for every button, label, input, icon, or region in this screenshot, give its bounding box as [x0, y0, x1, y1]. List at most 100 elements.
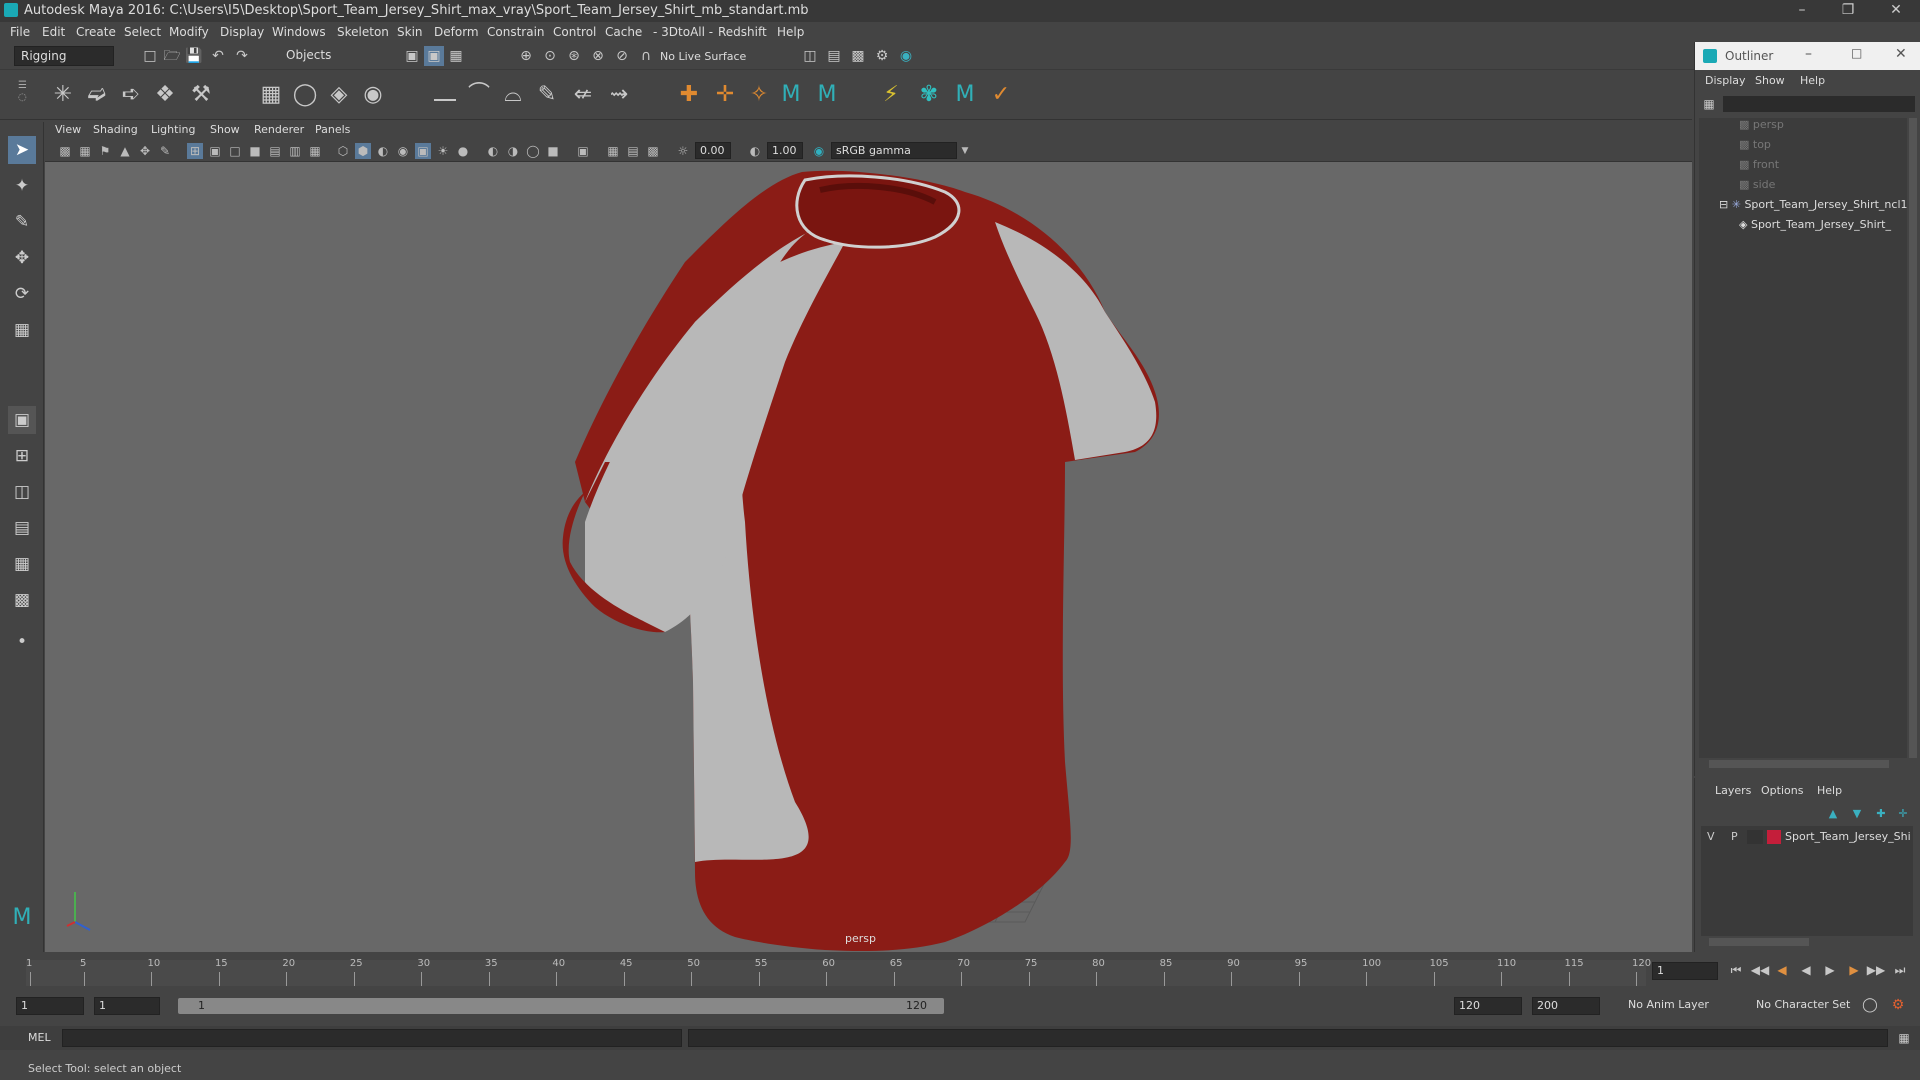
menu-control[interactable]: Control	[553, 25, 596, 39]
gamma-icon[interactable]: ◐	[747, 143, 763, 159]
redo-icon[interactable]: ↷	[232, 46, 252, 66]
anim-layer-dropdown[interactable]: No Anim Layer	[1624, 997, 1744, 1015]
exposure-field[interactable]: 0.00	[695, 142, 731, 159]
menu-cache[interactable]: Cache	[605, 25, 642, 39]
layer-name[interactable]: Sport_Team_Jersey_Shi	[1785, 830, 1911, 843]
live-surface-label[interactable]: No Live Surface	[660, 50, 746, 63]
shelf-tab-handle[interactable]: ☰ ◌	[18, 80, 34, 112]
move-layer-up-icon[interactable]: ▲	[1823, 804, 1843, 824]
range-start-field[interactable]: 1	[16, 997, 84, 1015]
four-view-icon[interactable]: ⊞	[8, 442, 36, 470]
outliner-item-top[interactable]: ▩ top	[1739, 138, 1771, 158]
range-slider-track[interactable]	[178, 998, 944, 1014]
step-back-icon[interactable]: ◀◀	[1750, 960, 1770, 980]
menu-file[interactable]: File	[10, 25, 30, 39]
vp-menu-renderer[interactable]: Renderer	[254, 123, 304, 136]
menu-select[interactable]: Select	[124, 25, 161, 39]
save-scene-icon[interactable]: 💾	[184, 46, 204, 66]
gate-mask-icon[interactable]: ■	[247, 143, 263, 159]
outliner-menu-help[interactable]: Help	[1800, 74, 1825, 87]
selection-mode-dropdown[interactable]: Objects	[280, 46, 380, 66]
select-component-icon[interactable]: ▦	[446, 46, 466, 66]
time-slider[interactable]: 1 ⏮ ◀◀ ◀ ◀ ▶ ▶ ▶▶ ⏭ 1 5 10 15 20 25 30 35 40 45 50…	[0, 952, 1905, 988]
bind-skin-icon[interactable]: ⎼	[430, 80, 460, 110]
menu-redshift[interactable]: Redshift	[718, 25, 767, 39]
hotbox-icon[interactable]: ⚡	[876, 80, 906, 110]
menu-set-dropdown[interactable]: Rigging	[14, 46, 114, 66]
snap-surface-icon[interactable]: ⊘	[612, 46, 632, 66]
select-object-icon[interactable]: ▣	[424, 46, 444, 66]
range-inner-end-field[interactable]: 120	[1454, 997, 1522, 1015]
layers-menu-options[interactable]: Options	[1761, 784, 1803, 797]
snap-point-icon[interactable]: ⊛	[564, 46, 584, 66]
film-gate-icon[interactable]: ▣	[207, 143, 223, 159]
menu-3dtoall[interactable]: - 3DtoAll -	[653, 25, 713, 39]
render-current-icon[interactable]: ▤	[824, 46, 844, 66]
vp-menu-view[interactable]: View	[55, 123, 81, 136]
move-tool-icon[interactable]: ✥	[8, 244, 36, 272]
menu-skeleton[interactable]: Skeleton	[337, 25, 389, 39]
outliner-menu-display[interactable]: Display	[1705, 74, 1746, 87]
viewport-persp[interactable]: persp	[45, 162, 1692, 952]
outliner-item-persp[interactable]: ▩ persp	[1739, 118, 1784, 138]
smooth-shade-icon[interactable]: ⬢	[355, 143, 371, 159]
layer-playback-toggle[interactable]: P	[1731, 830, 1738, 843]
copy-weights-icon[interactable]: ⇝	[604, 80, 634, 110]
rotate-tool-icon[interactable]: ⟳	[8, 280, 36, 308]
menu-modify[interactable]: Modify	[169, 25, 209, 39]
go-end-icon[interactable]: ⏭	[1890, 960, 1910, 980]
grid-icon[interactable]: ⊞	[187, 143, 203, 159]
ipr-render-icon[interactable]: ▩	[848, 46, 868, 66]
dof-icon[interactable]: ◯	[525, 143, 541, 159]
use-all-lights-icon[interactable]: ▣	[415, 143, 431, 159]
vp-menu-shading[interactable]: Shading	[93, 123, 138, 136]
new-layer-icon[interactable]: ✚	[1871, 804, 1891, 824]
play-back-icon[interactable]: ◀	[1796, 960, 1816, 980]
aa-icon[interactable]: ◑	[505, 143, 521, 159]
scale-tool-icon[interactable]: ▦	[8, 316, 36, 344]
layer-display-type[interactable]	[1747, 830, 1763, 844]
rigid-bind-icon[interactable]: ⌓	[498, 80, 528, 110]
paint-effects-icon[interactable]: ✾	[914, 80, 944, 110]
script-editor-icon[interactable]: ▦	[1894, 1028, 1914, 1048]
aim-constraint-icon[interactable]: ✛	[710, 80, 740, 110]
single-perspective-icon[interactable]: ▣	[8, 406, 36, 434]
render-view-icon[interactable]: ◫	[800, 46, 820, 66]
step-forward-icon[interactable]: ▶▶	[1866, 960, 1886, 980]
snap-view-icon[interactable]: ⊗	[588, 46, 608, 66]
outliner-maximize-button[interactable]: □	[1851, 46, 1862, 60]
select-hierarchy-icon[interactable]: ▣	[402, 46, 422, 66]
new-scene-icon[interactable]: □	[140, 46, 160, 66]
orient-constraint-icon[interactable]: ✧	[744, 80, 774, 110]
range-end-field[interactable]: 200	[1532, 997, 1600, 1015]
outliner-search-input[interactable]	[1723, 96, 1915, 112]
menu-create[interactable]: Create	[76, 25, 116, 39]
smooth-bind-icon[interactable]: ⌒	[464, 80, 494, 110]
layer-visibility-toggle[interactable]: V	[1707, 830, 1715, 843]
maya-m3-icon[interactable]: M	[950, 80, 980, 110]
layer-color-swatch[interactable]	[1767, 830, 1781, 844]
lattice-icon[interactable]: ◯	[290, 80, 320, 110]
color-space-dropdown[interactable]: sRGB gamma	[831, 142, 957, 159]
xray-active-icon[interactable]: ▤	[625, 143, 641, 159]
camera-icon[interactable]: ▩	[57, 143, 73, 159]
maya-m-icon[interactable]: M	[776, 80, 806, 110]
soft-mod-icon[interactable]: ◉	[358, 80, 388, 110]
collapse-icon[interactable]: ⊟	[1719, 198, 1732, 211]
outliner-vscroll[interactable]	[1909, 118, 1917, 758]
wireframe-on-shaded-icon[interactable]: ◐	[375, 143, 391, 159]
lasso-tool-icon[interactable]: ✦	[8, 172, 36, 200]
key-forward-icon[interactable]: ▶	[1844, 960, 1864, 980]
snap-grid-icon[interactable]: ⊕	[516, 46, 536, 66]
camera-attr-icon[interactable]: ▦	[77, 143, 93, 159]
create-locator-icon[interactable]: ❖	[150, 80, 180, 110]
ik-spline-icon[interactable]: ➪	[116, 80, 146, 110]
vp-menu-panels[interactable]: Panels	[315, 123, 350, 136]
key-back-icon[interactable]: ◀	[1772, 960, 1792, 980]
select-tool-icon[interactable]: ➤	[8, 136, 36, 164]
isolate-select-icon[interactable]: ■	[545, 143, 561, 159]
persp-graph-icon[interactable]: ▤	[8, 514, 36, 542]
skeleton-icon[interactable]: ⚒	[186, 80, 216, 110]
gamma-field[interactable]: 1.00	[767, 142, 803, 159]
resolution-gate-icon[interactable]: □	[227, 143, 243, 159]
